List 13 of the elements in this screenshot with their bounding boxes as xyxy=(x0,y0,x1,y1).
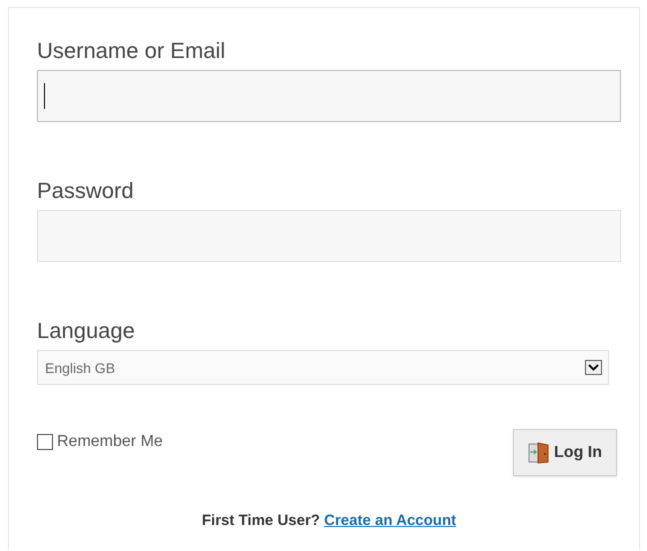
door-icon xyxy=(528,442,550,464)
dropdown-icon xyxy=(585,360,602,375)
login-button[interactable]: Log In xyxy=(513,429,617,476)
checkbox-label: Remember Me xyxy=(57,433,163,451)
footer-text: First Time User? xyxy=(202,512,320,529)
language-select[interactable]: English GB xyxy=(37,350,609,385)
input-field[interactable] xyxy=(37,70,621,122)
field-label: Username or Email xyxy=(37,38,226,64)
checkbox[interactable] xyxy=(37,434,53,450)
input-field[interactable] xyxy=(37,210,621,262)
field-label: Password xyxy=(37,178,134,204)
field-label: Language xyxy=(37,318,135,344)
create-account-link[interactable]: Create an Account xyxy=(324,512,456,529)
